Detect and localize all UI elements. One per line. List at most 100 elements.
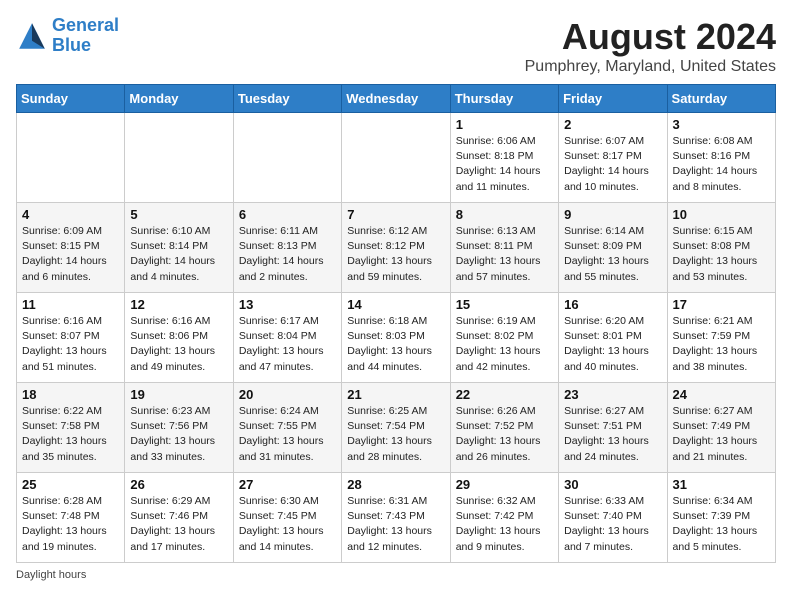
day-number: 15	[456, 297, 553, 312]
day-number: 10	[673, 207, 770, 222]
day-number: 6	[239, 207, 336, 222]
day-info: Sunrise: 6:09 AMSunset: 8:15 PMDaylight:…	[22, 224, 119, 285]
day-number: 12	[130, 297, 227, 312]
day-number: 1	[456, 117, 553, 132]
day-number: 8	[456, 207, 553, 222]
day-number: 31	[673, 477, 770, 492]
day-info: Sunrise: 6:32 AMSunset: 7:42 PMDaylight:…	[456, 494, 553, 555]
day-info: Sunrise: 6:27 AMSunset: 7:49 PMDaylight:…	[673, 404, 770, 465]
logo-general: General	[52, 15, 119, 35]
day-info: Sunrise: 6:18 AMSunset: 8:03 PMDaylight:…	[347, 314, 444, 375]
day-number: 30	[564, 477, 661, 492]
calendar-cell: 14 Sunrise: 6:18 AMSunset: 8:03 PMDayligh…	[342, 293, 450, 383]
column-header-friday: Friday	[559, 85, 667, 113]
day-number: 27	[239, 477, 336, 492]
column-header-saturday: Saturday	[667, 85, 775, 113]
calendar-week-row: 11 Sunrise: 6:16 AMSunset: 8:07 PMDayligh…	[17, 293, 776, 383]
day-info: Sunrise: 6:10 AMSunset: 8:14 PMDaylight:…	[130, 224, 227, 285]
day-info: Sunrise: 6:27 AMSunset: 7:51 PMDaylight:…	[564, 404, 661, 465]
calendar-cell: 11 Sunrise: 6:16 AMSunset: 8:07 PMDayligh…	[17, 293, 125, 383]
page-header: General Blue August 2024 Pumphrey, Maryl…	[16, 16, 776, 76]
day-number: 19	[130, 387, 227, 402]
calendar-cell: 23 Sunrise: 6:27 AMSunset: 7:51 PMDayligh…	[559, 383, 667, 473]
day-info: Sunrise: 6:30 AMSunset: 7:45 PMDaylight:…	[239, 494, 336, 555]
day-number: 20	[239, 387, 336, 402]
calendar-week-row: 1 Sunrise: 6:06 AMSunset: 8:18 PMDaylight…	[17, 113, 776, 203]
calendar-cell: 30 Sunrise: 6:33 AMSunset: 7:40 PMDayligh…	[559, 473, 667, 563]
calendar-cell: 7Sunrise: 6:12 AMSunset: 8:12 PMDaylight…	[342, 203, 450, 293]
location: Pumphrey, Maryland, United States	[525, 58, 776, 76]
day-number: 25	[22, 477, 119, 492]
calendar-cell	[342, 113, 450, 203]
calendar-cell: 28 Sunrise: 6:31 AMSunset: 7:43 PMDayligh…	[342, 473, 450, 563]
calendar-week-row: 18Sunrise: 6:22 AMSunset: 7:58 PMDayligh…	[17, 383, 776, 473]
day-number: 2	[564, 117, 661, 132]
day-info: Sunrise: 6:15 AMSunset: 8:08 PMDaylight:…	[673, 224, 770, 285]
day-info: Sunrise: 6:16 AMSunset: 8:07 PMDaylight:…	[22, 314, 119, 375]
day-info: Sunrise: 6:22 AMSunset: 7:58 PMDaylight:…	[22, 404, 119, 465]
calendar-cell: 4 Sunrise: 6:09 AMSunset: 8:15 PMDaylight…	[17, 203, 125, 293]
day-number: 16	[564, 297, 661, 312]
calendar-cell: 29 Sunrise: 6:32 AMSunset: 7:42 PMDayligh…	[450, 473, 558, 563]
day-number: 24	[673, 387, 770, 402]
calendar-cell: 18Sunrise: 6:22 AMSunset: 7:58 PMDayligh…	[17, 383, 125, 473]
day-info: Sunrise: 6:12 AMSunset: 8:12 PMDaylight:…	[347, 224, 444, 285]
calendar-cell: 13 Sunrise: 6:17 AMSunset: 8:04 PMDayligh…	[233, 293, 341, 383]
day-number: 23	[564, 387, 661, 402]
day-info: Sunrise: 6:06 AMSunset: 8:18 PMDaylight:…	[456, 134, 553, 195]
day-info: Sunrise: 6:20 AMSunset: 8:01 PMDaylight:…	[564, 314, 661, 375]
calendar-cell: 19 Sunrise: 6:23 AMSunset: 7:56 PMDayligh…	[125, 383, 233, 473]
day-info: Sunrise: 6:11 AMSunset: 8:13 PMDaylight:…	[239, 224, 336, 285]
day-info: Sunrise: 6:17 AMSunset: 8:04 PMDaylight:…	[239, 314, 336, 375]
day-number: 11	[22, 297, 119, 312]
calendar-cell: 17Sunrise: 6:21 AMSunset: 7:59 PMDayligh…	[667, 293, 775, 383]
column-header-thursday: Thursday	[450, 85, 558, 113]
day-info: Sunrise: 6:24 AMSunset: 7:55 PMDaylight:…	[239, 404, 336, 465]
day-number: 4	[22, 207, 119, 222]
calendar-cell: 27 Sunrise: 6:30 AMSunset: 7:45 PMDayligh…	[233, 473, 341, 563]
day-number: 22	[456, 387, 553, 402]
calendar-cell	[125, 113, 233, 203]
calendar-week-row: 4 Sunrise: 6:09 AMSunset: 8:15 PMDaylight…	[17, 203, 776, 293]
calendar-cell: 8Sunrise: 6:13 AMSunset: 8:11 PMDaylight…	[450, 203, 558, 293]
calendar-cell	[233, 113, 341, 203]
day-number: 28	[347, 477, 444, 492]
day-info: Sunrise: 6:16 AMSunset: 8:06 PMDaylight:…	[130, 314, 227, 375]
logo-blue: Blue	[52, 35, 91, 55]
day-number: 17	[673, 297, 770, 312]
calendar-table: SundayMondayTuesdayWednesdayThursdayFrid…	[16, 84, 776, 563]
title-block: August 2024 Pumphrey, Maryland, United S…	[525, 16, 776, 76]
day-info: Sunrise: 6:34 AMSunset: 7:39 PMDaylight:…	[673, 494, 770, 555]
day-info: Sunrise: 6:31 AMSunset: 7:43 PMDaylight:…	[347, 494, 444, 555]
day-info: Sunrise: 6:25 AMSunset: 7:54 PMDaylight:…	[347, 404, 444, 465]
calendar-cell: 24 Sunrise: 6:27 AMSunset: 7:49 PMDayligh…	[667, 383, 775, 473]
day-number: 9	[564, 207, 661, 222]
calendar-cell: 6 Sunrise: 6:11 AMSunset: 8:13 PMDaylight…	[233, 203, 341, 293]
calendar-cell	[17, 113, 125, 203]
day-number: 13	[239, 297, 336, 312]
footer: Daylight hours	[16, 569, 776, 581]
day-info: Sunrise: 6:23 AMSunset: 7:56 PMDaylight:…	[130, 404, 227, 465]
calendar-cell: 2Sunrise: 6:07 AMSunset: 8:17 PMDaylight…	[559, 113, 667, 203]
calendar-header-row: SundayMondayTuesdayWednesdayThursdayFrid…	[17, 85, 776, 113]
calendar-cell: 9Sunrise: 6:14 AMSunset: 8:09 PMDaylight…	[559, 203, 667, 293]
day-number: 21	[347, 387, 444, 402]
day-number: 29	[456, 477, 553, 492]
day-info: Sunrise: 6:26 AMSunset: 7:52 PMDaylight:…	[456, 404, 553, 465]
day-info: Sunrise: 6:28 AMSunset: 7:48 PMDaylight:…	[22, 494, 119, 555]
calendar-cell: 5Sunrise: 6:10 AMSunset: 8:14 PMDaylight…	[125, 203, 233, 293]
column-header-sunday: Sunday	[17, 85, 125, 113]
calendar-cell: 10 Sunrise: 6:15 AMSunset: 8:08 PMDayligh…	[667, 203, 775, 293]
day-number: 14	[347, 297, 444, 312]
column-header-monday: Monday	[125, 85, 233, 113]
day-info: Sunrise: 6:29 AMSunset: 7:46 PMDaylight:…	[130, 494, 227, 555]
day-number: 26	[130, 477, 227, 492]
day-info: Sunrise: 6:33 AMSunset: 7:40 PMDaylight:…	[564, 494, 661, 555]
logo-text: General Blue	[52, 16, 119, 56]
column-header-tuesday: Tuesday	[233, 85, 341, 113]
logo-icon	[16, 20, 48, 52]
calendar-cell: 26 Sunrise: 6:29 AMSunset: 7:46 PMDayligh…	[125, 473, 233, 563]
column-header-wednesday: Wednesday	[342, 85, 450, 113]
calendar-cell: 3Sunrise: 6:08 AMSunset: 8:16 PMDaylight…	[667, 113, 775, 203]
calendar-cell: 15Sunrise: 6:19 AMSunset: 8:02 PMDayligh…	[450, 293, 558, 383]
